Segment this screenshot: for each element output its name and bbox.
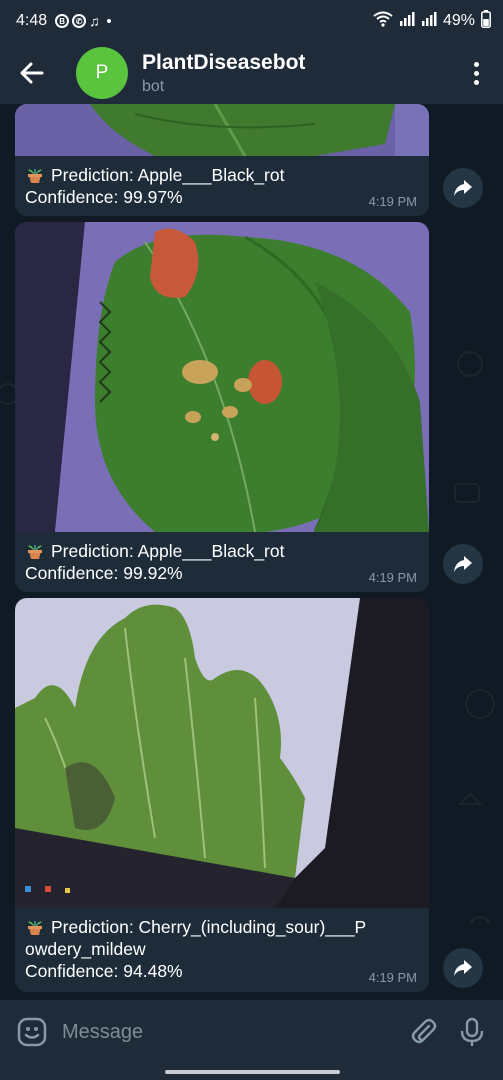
potted-plant-icon bbox=[28, 921, 42, 935]
microphone-icon[interactable] bbox=[457, 1017, 487, 1047]
more-options-button[interactable] bbox=[461, 61, 491, 85]
dot-icon bbox=[473, 70, 479, 76]
battery-icon bbox=[481, 9, 491, 33]
battery-level: 49% bbox=[442, 12, 475, 29]
forward-icon bbox=[454, 180, 472, 196]
avatar[interactable]: P bbox=[76, 47, 128, 99]
chat-subtitle: bot bbox=[142, 77, 165, 95]
forward-button[interactable] bbox=[443, 948, 483, 988]
b-badge-icon: B bbox=[55, 14, 70, 28]
wifi-icon bbox=[373, 11, 393, 32]
leaf-photo[interactable] bbox=[15, 222, 429, 532]
paperclip-icon[interactable] bbox=[409, 1017, 439, 1047]
prediction-text: Prediction: Cherry_(including_sour)___P bbox=[51, 917, 367, 937]
message-bubble[interactable]: Prediction: Cherry_(including_sour)___P … bbox=[15, 598, 429, 992]
message-time: 4:19 PM bbox=[368, 570, 417, 585]
prediction-text: Prediction: Apple___Black_rot bbox=[51, 541, 285, 561]
dot-icon bbox=[473, 79, 479, 85]
potted-plant-icon bbox=[28, 545, 42, 559]
status-bar: 4:48 B ✆ ♫ 49% bbox=[0, 0, 503, 42]
confidence-text: Confidence: 99.97% bbox=[25, 187, 183, 207]
forward-icon bbox=[454, 556, 472, 572]
message-composer bbox=[0, 1000, 503, 1064]
prediction-text-continued: owdery_mildew bbox=[25, 939, 146, 959]
confidence-text: Confidence: 94.48% bbox=[25, 961, 183, 981]
home-gesture-handle[interactable] bbox=[165, 1070, 340, 1074]
back-button[interactable] bbox=[12, 53, 52, 93]
signal-icon bbox=[399, 11, 415, 31]
potted-plant-icon bbox=[28, 169, 42, 183]
signal-icon-2 bbox=[421, 11, 437, 31]
message-bubble[interactable]: Prediction: Apple___Black_rot Confidence… bbox=[15, 222, 429, 592]
chat-name: PlantDiseasebot bbox=[142, 50, 306, 74]
whatsapp-icon: ✆ bbox=[72, 14, 87, 28]
notification-dot-icon bbox=[106, 19, 111, 23]
sticker-icon[interactable] bbox=[16, 1016, 48, 1048]
confidence-text: Confidence: 99.92% bbox=[25, 563, 183, 583]
arrow-left-icon bbox=[20, 62, 44, 84]
prediction-text: Prediction: Apple___Black_rot bbox=[51, 165, 285, 185]
message-time: 4:19 PM bbox=[368, 194, 417, 209]
message-input[interactable] bbox=[62, 1020, 391, 1044]
forward-icon bbox=[454, 960, 472, 976]
forward-button[interactable] bbox=[443, 168, 483, 208]
chat-header: P PlantDiseasebot bot bbox=[0, 42, 503, 104]
leaf-photo[interactable] bbox=[15, 598, 429, 908]
status-time: 4:48 bbox=[16, 12, 48, 29]
chat-title[interactable]: PlantDiseasebot bot bbox=[142, 51, 305, 96]
message-bubble[interactable]: Prediction: Apple___Black_rot Confidence… bbox=[15, 104, 429, 216]
leaf-photo[interactable] bbox=[15, 104, 429, 156]
chat-area[interactable]: Prediction: Apple___Black_rot Confidence… bbox=[0, 104, 503, 1000]
navigation-bar bbox=[0, 1064, 503, 1080]
audio-icon: ♫ bbox=[89, 13, 100, 29]
forward-button[interactable] bbox=[443, 544, 483, 584]
dot-icon bbox=[473, 61, 479, 67]
message-time: 4:19 PM bbox=[368, 970, 417, 985]
